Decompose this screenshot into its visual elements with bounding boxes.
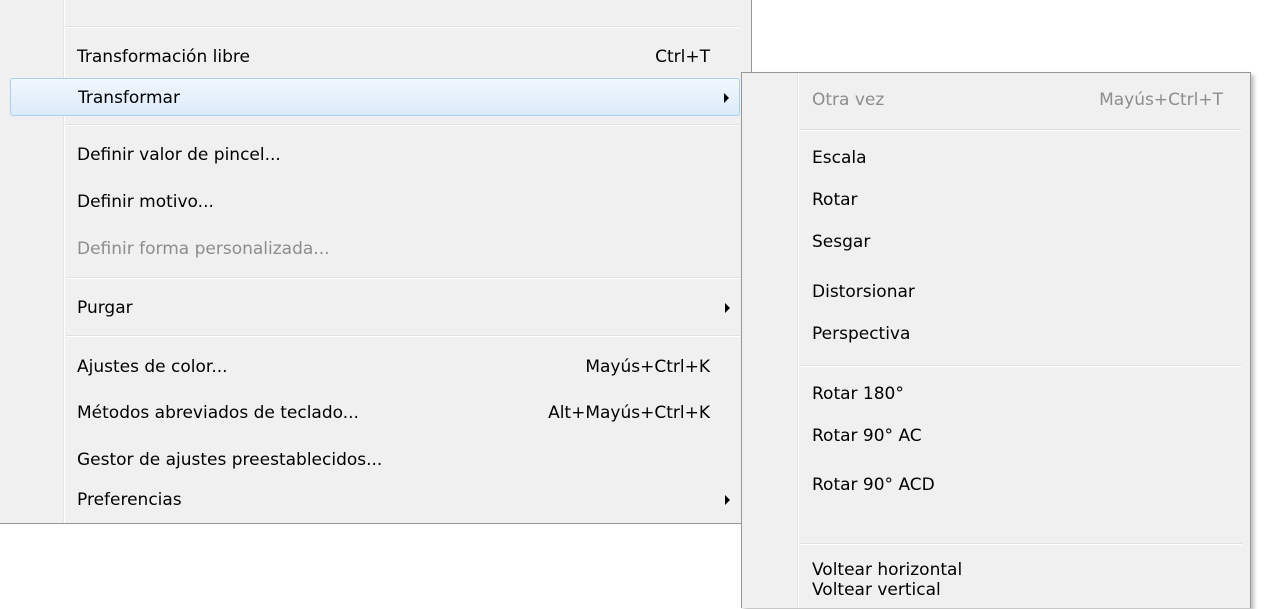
submenu-item-rotar-180[interactable]: Rotar 180° <box>745 375 1247 413</box>
menu-item-shortcut: Alt+Mayús+Ctrl+K <box>548 403 710 423</box>
submenu-item-rotar[interactable]: Rotar <box>745 181 1247 219</box>
menu-item-transformar[interactable]: Transformar <box>10 78 740 116</box>
menu-item-definir-motivo[interactable]: Definir motivo... <box>10 183 740 221</box>
submenu-item-rotar-90-ac[interactable]: Rotar 90° AC <box>745 417 1247 455</box>
menu-item-ajustes-de-color[interactable]: Ajustes de color... Mayús+Ctrl+K <box>10 348 740 386</box>
menu-item-label: Escala <box>812 148 867 168</box>
menu-item-shortcut: Ctrl+T <box>655 47 710 67</box>
menu-separator <box>66 277 740 279</box>
menu-item-purgar[interactable]: Purgar <box>10 289 740 327</box>
submenu-item-perspectiva[interactable]: Perspectiva <box>745 315 1247 353</box>
menu-separator <box>66 335 740 337</box>
menu-item-definir-forma-personalizada: Definir forma personalizada... <box>10 230 740 268</box>
transformar-submenu: Otra vez Mayús+Ctrl+T Escala Rotar Sesga… <box>741 72 1251 608</box>
menu-item-label: Métodos abreviados de teclado... <box>77 403 359 423</box>
submenu-item-escala[interactable]: Escala <box>745 139 1247 177</box>
menu-item-label: Preferencias <box>77 490 182 510</box>
menu-item-preferencias[interactable]: Preferencias <box>10 481 740 519</box>
submenu-item-distorsionar[interactable]: Distorsionar <box>745 273 1247 311</box>
submenu-arrow-icon <box>725 303 730 313</box>
menu-separator <box>66 26 740 28</box>
menu-item-label: Definir forma personalizada... <box>77 239 330 259</box>
menu-item-definir-valor-pincel[interactable]: Definir valor de pincel... <box>10 136 740 174</box>
menu-item-label: Transformar <box>78 88 180 108</box>
submenu-item-rotar-90-acd[interactable]: Rotar 90° ACD <box>745 466 1247 504</box>
menu-separator <box>800 543 1242 545</box>
menu-item-shortcut: Mayús+Ctrl+K <box>585 357 710 377</box>
menu-item-label: Distorsionar <box>812 282 915 302</box>
menu-item-label: Definir valor de pincel... <box>77 145 281 165</box>
edit-menu: Transformación libre Ctrl+T Transformar … <box>0 0 752 524</box>
menu-separator <box>800 129 1242 131</box>
menu-item-metodos-abreviados[interactable]: Métodos abreviados de teclado... Alt+May… <box>10 394 740 432</box>
menu-item-transformacion-libre[interactable]: Transformación libre Ctrl+T <box>10 38 740 76</box>
menu-item-label: Rotar 180° <box>812 384 904 404</box>
menu-item-label: Purgar <box>77 298 133 318</box>
menu-item-label: Definir motivo... <box>77 192 214 212</box>
menu-item-label: Voltear vertical <box>812 580 941 600</box>
submenu-item-otra-vez: Otra vez Mayús+Ctrl+T <box>745 81 1247 119</box>
menu-item-gestor-ajustes[interactable]: Gestor de ajustes preestablecidos... <box>10 441 740 479</box>
menu-item-shortcut: Mayús+Ctrl+T <box>1099 90 1223 110</box>
menu-item-label: Rotar 90° ACD <box>812 475 935 495</box>
menu-separator <box>66 124 740 126</box>
menu-item-label: Gestor de ajustes preestablecidos... <box>77 450 383 470</box>
menu-item-label: Otra vez <box>812 90 885 110</box>
submenu-arrow-icon <box>725 495 730 505</box>
menu-item-label: Rotar <box>812 190 858 210</box>
menu-item-label: Transformación libre <box>77 47 250 67</box>
menu-item-label: Ajustes de color... <box>77 357 228 377</box>
menu-item-label: Sesgar <box>812 232 871 252</box>
submenu-item-voltear-vertical[interactable]: Voltear vertical <box>745 571 1247 609</box>
menu-separator <box>800 365 1242 367</box>
submenu-arrow-icon <box>724 93 729 103</box>
menu-item-label: Rotar 90° AC <box>812 426 922 446</box>
submenu-item-sesgar[interactable]: Sesgar <box>745 223 1247 261</box>
menu-item-label: Perspectiva <box>812 324 911 344</box>
